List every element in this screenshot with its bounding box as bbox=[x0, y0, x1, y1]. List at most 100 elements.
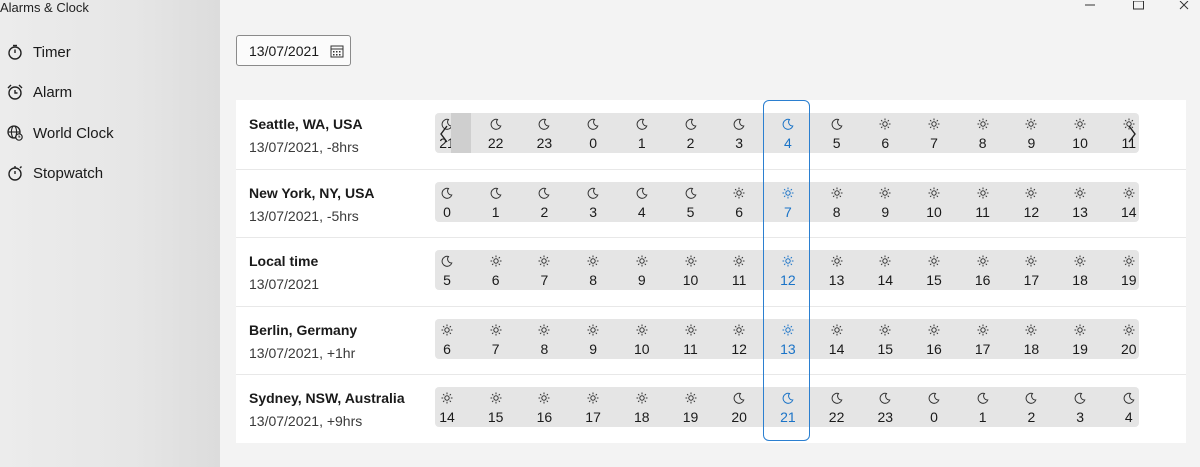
timezone-row[interactable]: Seattle, WA, USA 13/07/2021, -8hrs 21 22 23 0… bbox=[236, 100, 1186, 168]
hour-cell[interactable]: 16 bbox=[916, 319, 952, 359]
hour-cell[interactable]: 17 bbox=[575, 387, 611, 427]
hour-cell[interactable]: 18 bbox=[1013, 319, 1049, 359]
hour-cell[interactable]: 13 bbox=[819, 250, 855, 290]
hour-cell[interactable]: 23 bbox=[526, 113, 562, 153]
hour-cell[interactable]: 5 bbox=[819, 113, 855, 153]
hour-cell[interactable]: 20 bbox=[1111, 319, 1147, 359]
hour-cell[interactable]: 7 bbox=[526, 250, 562, 290]
hour-cell[interactable]: 19 bbox=[1062, 319, 1098, 359]
hour-cell[interactable]: 10 bbox=[1062, 113, 1098, 153]
hour-cell[interactable]: 15 bbox=[867, 319, 903, 359]
chevron-right-icon[interactable] bbox=[1124, 120, 1140, 148]
timezone-row[interactable]: New York, NY, USA 13/07/2021, -5hrs 0 1 2 3 4 5… bbox=[236, 169, 1186, 237]
timezone-row[interactable]: Berlin, Germany 13/07/2021, +1hr 6 7 8 9 10 11 1… bbox=[236, 306, 1186, 374]
hour-cell[interactable]: 7 bbox=[478, 319, 514, 359]
hour-cell[interactable]: 15 bbox=[916, 250, 952, 290]
hour-cell[interactable]: 6 bbox=[429, 319, 465, 359]
hour-cell[interactable]: 19 bbox=[673, 387, 709, 427]
hour-cell[interactable]: 23 bbox=[867, 387, 903, 427]
nav-item-alarm[interactable]: Alarm bbox=[0, 72, 220, 112]
moon-icon bbox=[636, 117, 648, 130]
hour-cell[interactable]: 3 bbox=[1062, 387, 1098, 427]
hour-cell[interactable]: 14 bbox=[429, 387, 465, 427]
hour-cell[interactable]: 5 bbox=[429, 250, 465, 290]
hour-cell[interactable]: 7 bbox=[770, 182, 806, 222]
hour-cell[interactable]: 0 bbox=[916, 387, 952, 427]
nav-item-world-clock[interactable]: World Clock bbox=[0, 113, 220, 153]
hour-cell[interactable]: 12 bbox=[721, 319, 757, 359]
hour-cell[interactable]: 13 bbox=[1062, 182, 1098, 222]
nav-item-stopwatch[interactable]: Stopwatch bbox=[0, 153, 220, 193]
chevron-left-icon[interactable] bbox=[436, 120, 452, 148]
hour-cell[interactable]: 14 bbox=[819, 319, 855, 359]
hour-cell[interactable]: 8 bbox=[819, 182, 855, 222]
hour-cell[interactable]: 4 bbox=[1111, 387, 1147, 427]
hour-cell[interactable]: 20 bbox=[721, 387, 757, 427]
hour-cell[interactable]: 9 bbox=[867, 182, 903, 222]
hour-cell[interactable]: 2 bbox=[1013, 387, 1049, 427]
hour-cell[interactable]: 3 bbox=[721, 113, 757, 153]
hour-cell[interactable]: 8 bbox=[965, 113, 1001, 153]
hour-cell[interactable]: 0 bbox=[429, 182, 465, 222]
hour-cell[interactable]: 22 bbox=[478, 113, 514, 153]
hour-cell[interactable]: 19 bbox=[1111, 250, 1147, 290]
hour-cell[interactable]: 13 bbox=[770, 319, 806, 359]
hour-cell[interactable]: 18 bbox=[1062, 250, 1098, 290]
maximize-icon[interactable] bbox=[1123, 0, 1153, 12]
hour-label: 8 bbox=[832, 203, 841, 220]
minimize-icon[interactable] bbox=[1075, 0, 1105, 12]
date-picker[interactable]: 13/07/2021 bbox=[236, 35, 351, 66]
hour-label: 6 bbox=[443, 340, 451, 357]
hour-cell[interactable]: 1 bbox=[624, 113, 660, 153]
hour-cell[interactable]: 5 bbox=[673, 182, 709, 222]
hour-cell[interactable]: 1 bbox=[965, 387, 1001, 427]
hour-cell[interactable]: 14 bbox=[1111, 182, 1147, 222]
hour-cell[interactable]: 18 bbox=[624, 387, 660, 427]
city-name: Berlin, Germany bbox=[249, 321, 358, 338]
sun-icon bbox=[636, 254, 648, 267]
hour-cell[interactable]: 8 bbox=[526, 319, 562, 359]
hour-cell[interactable]: 8 bbox=[575, 250, 611, 290]
moon-icon bbox=[928, 391, 940, 405]
hour-cell[interactable]: 11 bbox=[721, 250, 757, 290]
hour-label: 10 bbox=[682, 272, 699, 289]
hour-cell[interactable]: 22 bbox=[819, 387, 855, 427]
hour-cell[interactable]: 16 bbox=[965, 250, 1001, 290]
hour-cell[interactable]: 11 bbox=[965, 182, 1001, 222]
hour-cell[interactable]: 17 bbox=[1013, 250, 1049, 290]
hour-cell[interactable]: 9 bbox=[575, 319, 611, 359]
hour-cell[interactable]: 17 bbox=[965, 319, 1001, 359]
hour-cell[interactable]: 0 bbox=[575, 113, 611, 153]
timezone-row[interactable]: Sydney, NSW, Australia 13/07/2021, +9hrs 1… bbox=[236, 374, 1186, 442]
hour-cell[interactable]: 7 bbox=[916, 113, 952, 153]
hour-cell[interactable]: 15 bbox=[478, 387, 514, 427]
hour-cell[interactable]: 9 bbox=[1013, 113, 1049, 153]
hour-label: 5 bbox=[686, 203, 695, 220]
hour-cell[interactable]: 11 bbox=[673, 319, 709, 359]
hour-cell[interactable]: 4 bbox=[624, 182, 660, 222]
hour-cell[interactable]: 2 bbox=[673, 113, 709, 153]
hour-cell[interactable]: 16 bbox=[526, 387, 562, 427]
nav-item-timer[interactable]: Timer bbox=[0, 32, 220, 72]
hour-cell[interactable]: 9 bbox=[624, 250, 660, 290]
close-icon[interactable] bbox=[1170, 0, 1200, 12]
hour-label: 7 bbox=[783, 203, 792, 220]
hour-cell[interactable]: 6 bbox=[721, 182, 757, 222]
hour-cell[interactable]: 4 bbox=[770, 113, 806, 153]
hour-label: 19 bbox=[1121, 272, 1137, 289]
sun-icon bbox=[782, 323, 794, 336]
hour-label: 13 bbox=[1072, 203, 1088, 220]
timezone-row[interactable]: Local time 13/07/2021 5 6 7 8 9 10 11 12 13 14 15 16 1… bbox=[236, 237, 1186, 305]
hour-cell[interactable]: 2 bbox=[526, 182, 562, 222]
hour-cell[interactable]: 10 bbox=[624, 319, 660, 359]
hour-cell[interactable]: 14 bbox=[867, 250, 903, 290]
hour-cell[interactable]: 3 bbox=[575, 182, 611, 222]
hour-cell[interactable]: 10 bbox=[916, 182, 952, 222]
hour-cell[interactable]: 1 bbox=[478, 182, 514, 222]
hour-cell[interactable]: 6 bbox=[478, 250, 514, 290]
hour-cell[interactable]: 21 bbox=[770, 387, 806, 427]
hour-cell[interactable]: 12 bbox=[770, 250, 806, 290]
hour-cell[interactable]: 10 bbox=[673, 250, 709, 290]
hour-cell[interactable]: 6 bbox=[867, 113, 903, 153]
hour-cell[interactable]: 12 bbox=[1013, 182, 1049, 222]
